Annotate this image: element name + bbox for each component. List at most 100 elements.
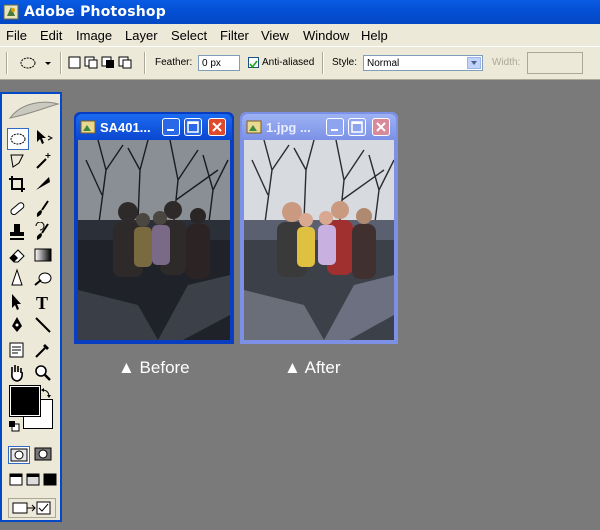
checkmark-icon <box>249 60 258 69</box>
line-icon <box>35 317 51 333</box>
width-label: Width: <box>492 57 521 68</box>
close-button[interactable] <box>372 118 390 136</box>
zoom-tool[interactable] <box>33 363 55 385</box>
gradient-tool[interactable] <box>33 245 55 267</box>
history-brush-tool[interactable] <box>33 221 55 244</box>
screen-mode-icons[interactable] <box>8 472 58 488</box>
magic-wand-icon <box>36 153 51 169</box>
gradient-icon <box>34 248 52 262</box>
document-window-after[interactable]: 1.jpg ... <box>240 112 398 344</box>
path-select-icon <box>12 294 21 310</box>
style-label: Style: <box>332 57 358 68</box>
standard-mode-icon <box>10 448 28 462</box>
brush-tool[interactable] <box>33 199 55 221</box>
dodge-icon <box>34 272 52 286</box>
anti-aliased-checkbox[interactable] <box>248 57 259 69</box>
feather-input[interactable]: 0 px <box>198 55 240 71</box>
dodge-tool[interactable] <box>33 268 55 290</box>
menu-window[interactable]: Window <box>303 28 349 43</box>
default-colors-icon[interactable] <box>8 420 20 432</box>
swap-colors-icon[interactable] <box>40 387 52 399</box>
maximize-button[interactable] <box>348 118 366 136</box>
menu-edit[interactable]: Edit <box>40 28 62 43</box>
feather-label: Feather: <box>155 57 193 68</box>
healing-icon <box>10 202 25 216</box>
caption-before: ▲ Before <box>118 358 190 377</box>
foreground-color-swatch[interactable] <box>9 385 41 417</box>
eraser-icon <box>9 249 25 263</box>
menu-image[interactable]: Image <box>76 28 112 43</box>
tool-preset-picker[interactable] <box>18 55 54 71</box>
stamp-tool[interactable] <box>7 222 29 244</box>
type-tool[interactable]: T <box>33 292 55 314</box>
photoshop-icon <box>3 4 19 20</box>
app-titlebar: Adobe Photoshop <box>0 0 600 24</box>
width-input[interactable] <box>527 52 583 74</box>
close-icon <box>212 122 222 132</box>
crop-tool[interactable] <box>7 174 29 196</box>
lasso-tool[interactable] <box>7 151 29 173</box>
separator <box>322 52 324 74</box>
minimize-icon <box>167 129 174 131</box>
menu-view[interactable]: View <box>261 28 289 43</box>
document-titlebar[interactable]: SA401... <box>76 114 232 140</box>
path-select-tool[interactable] <box>7 292 29 314</box>
notes-icon <box>9 342 24 358</box>
zoom-icon <box>35 365 51 381</box>
photo-after <box>244 140 394 340</box>
separator <box>144 52 146 74</box>
blur-tool[interactable] <box>7 268 29 290</box>
svg-text:T: T <box>36 293 48 312</box>
document-title: SA401... <box>100 120 151 135</box>
style-select[interactable]: Normal <box>363 55 483 71</box>
selection-mode-icons[interactable] <box>68 55 136 71</box>
history-brush-icon <box>35 221 49 240</box>
toolbox: T <box>0 92 62 522</box>
maximize-icon <box>187 121 199 133</box>
image-document-icon <box>80 120 96 134</box>
minimize-button[interactable] <box>162 118 180 136</box>
notes-tool[interactable] <box>7 340 29 362</box>
close-button[interactable] <box>208 118 226 136</box>
marquee-icon <box>10 133 26 145</box>
document-window-before[interactable]: SA401... <box>74 112 234 344</box>
hand-tool[interactable] <box>7 363 29 385</box>
slice-tool[interactable] <box>33 174 55 196</box>
pen-tool[interactable] <box>7 315 29 337</box>
standard-mode-button[interactable] <box>8 446 30 464</box>
separator <box>6 52 8 74</box>
maximize-icon <box>351 121 363 133</box>
chevron-down-icon[interactable] <box>467 57 481 69</box>
menu-help[interactable]: Help <box>361 28 388 43</box>
options-bar: Feather: 0 px Anti-aliased Style: Normal… <box>0 46 600 80</box>
separator <box>60 52 62 74</box>
slice-icon <box>36 177 50 190</box>
menu-bar: File Edit Image Layer Select Filter View… <box>0 24 600 46</box>
blur-icon <box>11 268 23 286</box>
photo-before <box>78 140 230 340</box>
feather-logo-icon <box>8 101 60 119</box>
menu-select[interactable]: Select <box>171 28 207 43</box>
move-icon <box>37 130 54 144</box>
line-tool[interactable] <box>33 315 55 337</box>
eyedropper-tool[interactable] <box>33 340 55 362</box>
eraser-tool[interactable] <box>7 245 29 267</box>
caption-after: ▲ After <box>284 358 341 377</box>
quick-mask-button[interactable] <box>33 446 55 464</box>
minimize-button[interactable] <box>326 118 344 136</box>
magic-wand-tool[interactable] <box>33 151 55 173</box>
healing-tool[interactable] <box>7 199 29 221</box>
anti-aliased-label: Anti-aliased <box>262 57 315 68</box>
move-tool[interactable] <box>33 128 55 150</box>
menu-layer[interactable]: Layer <box>125 28 158 43</box>
lasso-icon <box>10 154 24 168</box>
jump-to-imageready-button[interactable] <box>8 498 56 518</box>
document-titlebar[interactable]: 1.jpg ... <box>242 114 396 140</box>
imageready-icon <box>12 501 51 515</box>
type-icon: T <box>36 293 48 313</box>
marquee-tool[interactable] <box>7 128 29 150</box>
maximize-button[interactable] <box>184 118 202 136</box>
menu-filter[interactable]: Filter <box>220 28 249 43</box>
style-select-value: Normal <box>367 58 400 69</box>
menu-file[interactable]: File <box>6 28 27 43</box>
